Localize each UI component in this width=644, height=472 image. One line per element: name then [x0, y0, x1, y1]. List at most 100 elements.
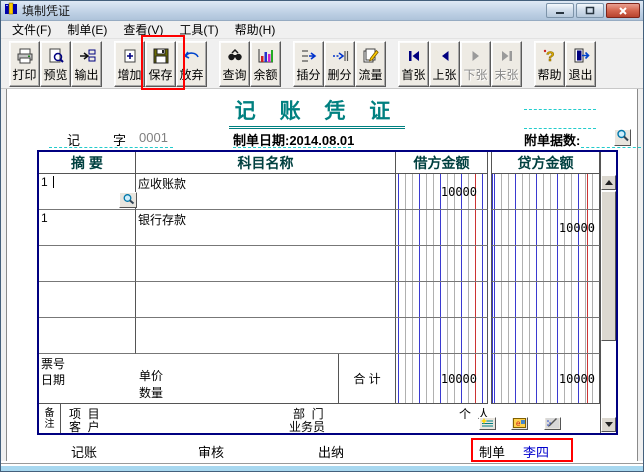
remark-row: 备注 项 目 部 门 个 人 客 户 业务员 e — [39, 404, 616, 433]
add-icon — [121, 48, 139, 65]
unit-price-label: 单价 — [139, 367, 163, 384]
debit-cell[interactable] — [396, 282, 488, 318]
review-label: 审核 — [198, 442, 224, 461]
credit-cell[interactable]: 10000 — [492, 210, 600, 246]
window-bottom-border — [1, 461, 643, 471]
insert-entry-button[interactable]: 插分 — [293, 41, 324, 87]
new-entry-icon — [481, 417, 494, 431]
account-cell[interactable] — [136, 246, 396, 282]
scroll-down-button[interactable] — [601, 417, 616, 432]
toolbar: 打印 预览 输出 增加 保存 放弃 — [1, 39, 643, 89]
account-cell[interactable]: 银行存款 — [136, 210, 396, 246]
new-entry-tool-button[interactable] — [479, 417, 496, 430]
app-books-icon — [4, 1, 18, 20]
debit-cell[interactable]: 10000 — [396, 174, 488, 210]
account-cell[interactable] — [136, 318, 396, 354]
date-label: 日期 — [41, 371, 65, 388]
scroll-up-button[interactable] — [601, 175, 616, 190]
scroll-thumb[interactable] — [601, 191, 616, 341]
menu-file[interactable]: 文件(F) — [4, 20, 59, 39]
help-button[interactable]: ? 帮助 — [534, 41, 565, 87]
restore-button[interactable] — [576, 3, 604, 18]
account-lookup-button[interactable] — [119, 192, 137, 208]
voucher-number[interactable]: 0001 — [139, 130, 168, 145]
debit-cell[interactable] — [396, 318, 488, 354]
exit-button[interactable]: 退出 — [565, 41, 596, 87]
undo-icon — [183, 48, 201, 65]
first-voucher-button[interactable]: 首张 — [398, 41, 429, 87]
summary-cell[interactable] — [39, 282, 136, 318]
export-button[interactable]: 输出 — [71, 41, 102, 87]
last-page-icon — [499, 48, 515, 65]
debit-cell[interactable] — [396, 210, 488, 246]
bookkeeping-label: 记账 — [71, 442, 97, 461]
svg-text:?: ? — [546, 48, 555, 64]
dashed-line-top-2 — [524, 128, 596, 129]
last-voucher-button[interactable]: 末张 — [491, 41, 522, 87]
voucher-entry-window: 填制凭证 文件(F) 制单(E) 查看(V) 工具(T) 帮助(H) 打印 预览 — [0, 0, 644, 472]
menu-voucher[interactable]: 制单(E) — [59, 20, 115, 39]
menu-tools[interactable]: 工具(T) — [171, 20, 226, 39]
delete-entry-button[interactable]: 删分 — [324, 41, 355, 87]
cashflow-button[interactable]: 流量 — [355, 41, 386, 87]
total-label: 合 计 — [339, 354, 396, 404]
insert-entry-icon — [300, 48, 318, 65]
voucher-table: 摘 要 科目名称 借方金额 贷方金额 1 应收账款 10000 — [37, 150, 618, 435]
dashed-line-top-1 — [524, 109, 596, 110]
save-button[interactable]: 保存 — [145, 41, 176, 87]
abandon-button[interactable]: 放弃 — [176, 41, 207, 87]
next-page-icon — [468, 48, 484, 65]
delete-entry-icon — [331, 48, 349, 65]
summary-cell[interactable] — [39, 318, 136, 354]
credit-cell[interactable] — [492, 246, 600, 282]
attach-lookup-button[interactable] — [614, 129, 631, 146]
dashed-line-number — [49, 147, 173, 148]
credit-cell[interactable] — [492, 174, 600, 210]
previous-page-icon — [437, 48, 453, 65]
menu-bar: 文件(F) 制单(E) 查看(V) 工具(T) 帮助(H) — [1, 21, 643, 39]
summary-cell[interactable]: 1 — [39, 210, 136, 246]
debit-cell[interactable] — [396, 246, 488, 282]
menu-help[interactable]: 帮助(H) — [227, 20, 284, 39]
cashier-label: 出纳 — [318, 442, 344, 461]
add-button[interactable]: 增加 — [114, 41, 145, 87]
arrow-down-icon — [605, 422, 613, 427]
minimize-button[interactable] — [546, 3, 574, 18]
arrow-up-icon — [605, 180, 613, 185]
query-button[interactable]: 查询 — [219, 41, 250, 87]
next-voucher-button[interactable]: 下张 — [460, 41, 491, 87]
table-row — [39, 318, 616, 354]
menu-view[interactable]: 查看(V) — [115, 20, 171, 39]
preparer-name: 李四 — [523, 442, 549, 461]
window-title: 填制凭证 — [22, 2, 546, 19]
table-row: 1 应收账款 10000 — [39, 174, 616, 210]
summary-cell[interactable] — [39, 246, 136, 282]
export-icon — [78, 48, 96, 65]
printer-icon — [16, 48, 34, 65]
dashed-line-date — [233, 147, 351, 148]
total-credit: 10000 — [492, 354, 600, 404]
previous-voucher-button[interactable]: 上张 — [429, 41, 460, 87]
summary-cell[interactable]: 1 — [39, 174, 136, 210]
preview-button[interactable]: 预览 — [40, 41, 71, 87]
close-button[interactable] — [606, 3, 640, 18]
table-row: 1 银行存款 10000 — [39, 210, 616, 246]
signature-row: 记账 审核 出纳 制单 李四 — [37, 440, 617, 460]
balance-chart-icon — [257, 48, 275, 65]
wand-tool-button[interactable] — [544, 417, 561, 430]
account-cell[interactable]: 应收账款 — [136, 174, 396, 210]
table-row — [39, 246, 616, 282]
account-cell[interactable] — [136, 282, 396, 318]
salesman-label: 业务员 — [289, 418, 325, 435]
vertical-scrollbar[interactable] — [600, 152, 616, 433]
voucher-form-area: 记 账 凭 证 记 字 0001 制单日期:2014.08.01 附单据数: 摘… — [6, 89, 638, 461]
credit-cell[interactable] — [492, 282, 600, 318]
first-page-icon — [406, 48, 422, 65]
print-button[interactable]: 打印 — [9, 41, 40, 87]
preview-tool-button[interactable]: e — [511, 417, 528, 430]
credit-cell[interactable] — [492, 318, 600, 354]
wand-icon — [546, 417, 559, 431]
balance-button[interactable]: 余额 — [250, 41, 281, 87]
save-icon — [152, 48, 170, 65]
ticket-label: 票号 — [41, 355, 65, 372]
